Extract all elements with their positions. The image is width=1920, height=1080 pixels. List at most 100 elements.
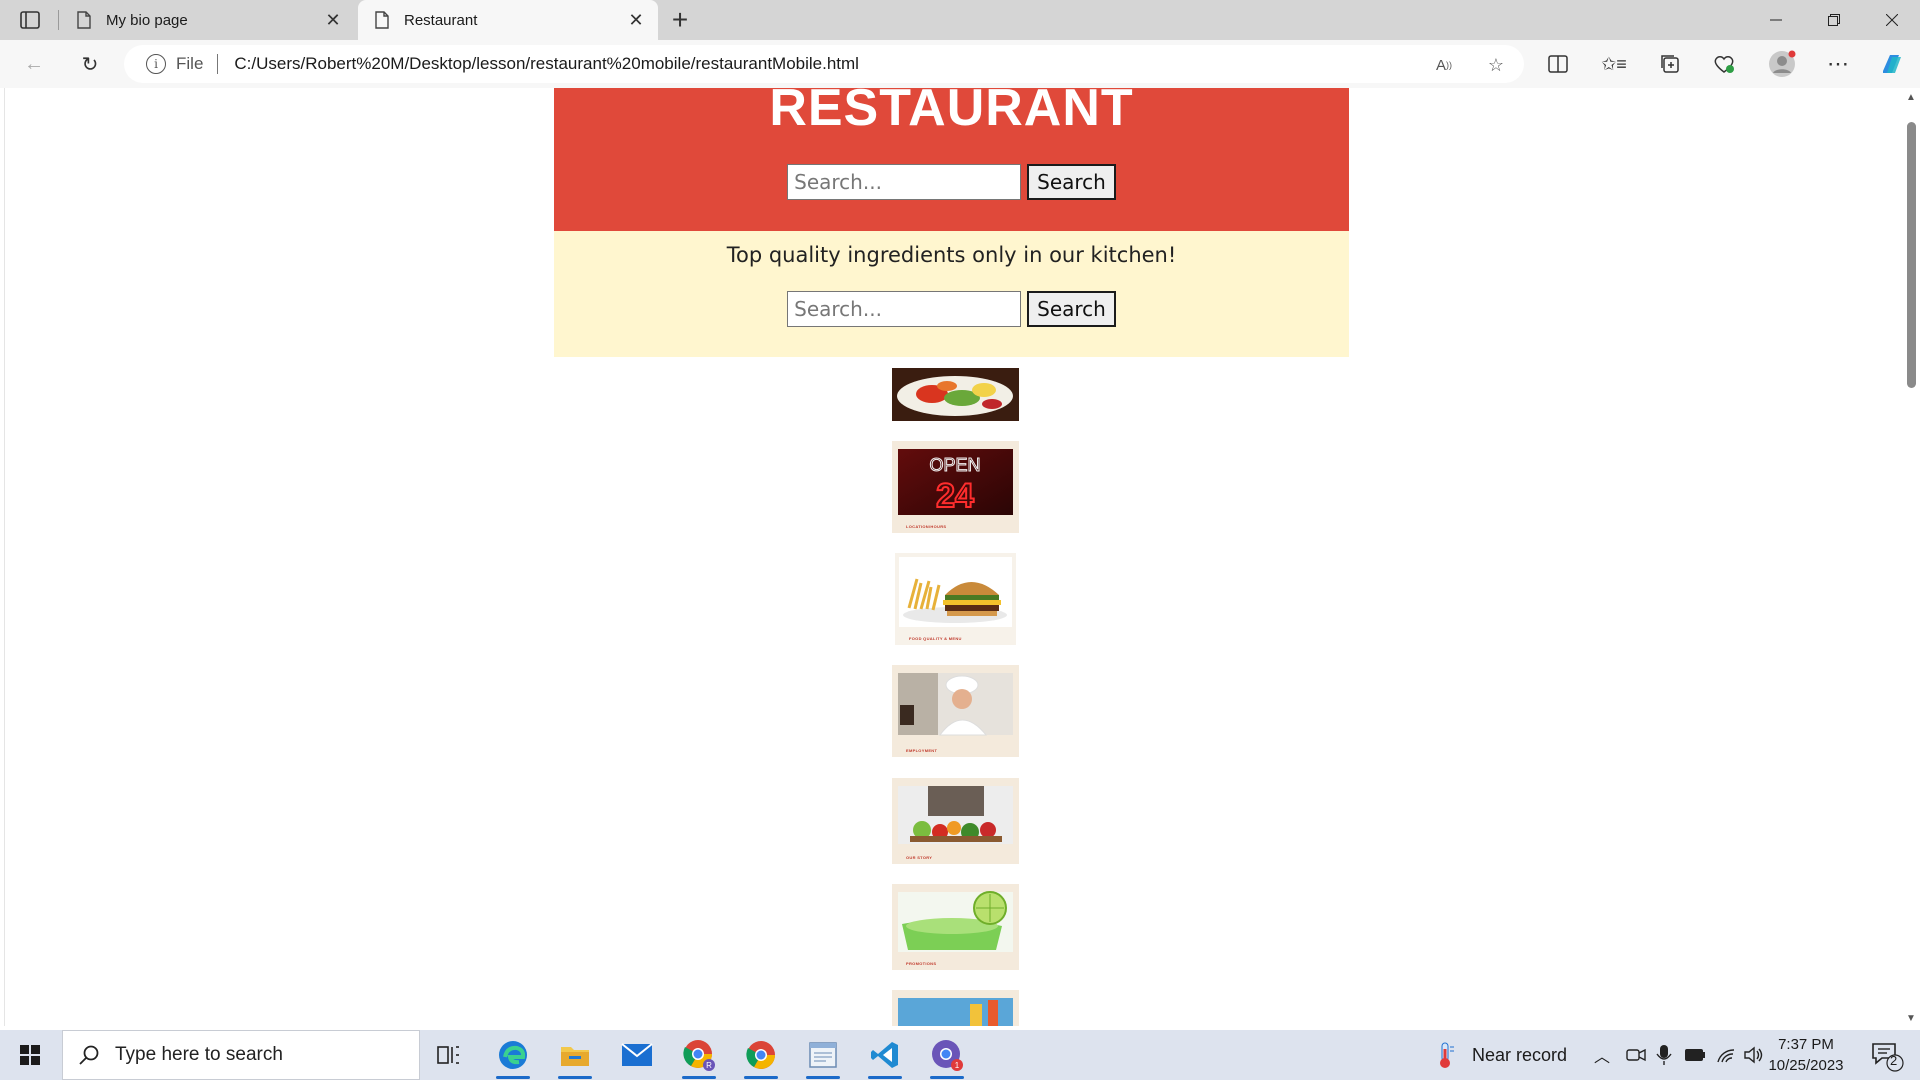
notification-center-button[interactable]: 2 — [1870, 1030, 1904, 1080]
profile-button[interactable] — [1764, 48, 1800, 80]
promo-section: Top quality ingredients only in our kitc… — [554, 231, 1349, 357]
hero-banner: RESTAURANT Search — [554, 88, 1349, 231]
vscode-taskbar-app[interactable] — [860, 1035, 910, 1079]
svg-text:1: 1 — [955, 1061, 960, 1070]
new-tab-button[interactable]: + — [664, 4, 696, 36]
chrome-profile-r-taskbar-app[interactable]: R — [674, 1035, 724, 1079]
tab-title: My bio page — [106, 11, 188, 29]
tab-my-bio-page[interactable]: My bio page ✕ — [60, 0, 355, 40]
copilot-icon — [1883, 55, 1901, 73]
gallery-image-vegetables: OUR STORY — [892, 778, 1019, 864]
hero-search-button[interactable]: Search — [1027, 164, 1116, 200]
minimize-icon — [1770, 19, 1782, 21]
close-icon — [1886, 14, 1898, 26]
page-scrollbar[interactable]: ▲ ▼ — [1902, 88, 1920, 1026]
address-bar[interactable]: i File C:/Users/Robert%20M/Desktop/lesso… — [124, 45, 1524, 83]
chrome-icon: 1 — [932, 1040, 963, 1071]
tab-actions-button[interactable] — [12, 6, 48, 34]
battery-tray-icon[interactable] — [1684, 1030, 1706, 1080]
minimize-button[interactable] — [1748, 0, 1804, 40]
microphone-tray-icon[interactable] — [1656, 1030, 1672, 1080]
heart-pulse-icon — [1714, 56, 1734, 73]
image-viewer-icon — [809, 1042, 837, 1068]
close-icon[interactable]: ✕ — [319, 6, 347, 34]
start-button[interactable] — [10, 1039, 50, 1071]
copilot-button[interactable] — [1874, 48, 1910, 80]
chrome-taskbar-app[interactable] — [736, 1035, 786, 1079]
search-icon — [77, 1043, 101, 1067]
refresh-button[interactable]: ↻ — [72, 48, 108, 80]
weather-widget[interactable]: Near record — [1434, 1030, 1567, 1080]
scroll-down-arrow-icon[interactable]: ▼ — [1906, 1013, 1916, 1024]
photos-taskbar-app[interactable] — [798, 1035, 848, 1079]
info-icon[interactable]: i — [146, 54, 166, 74]
favorites-button[interactable]: ✩≡ — [1596, 48, 1632, 80]
edge-taskbar-app[interactable] — [488, 1035, 538, 1079]
restaurant-page: RESTAURANT Search Top quality ingredient… — [554, 88, 1349, 1026]
url-text[interactable]: C:/Users/Robert%20M/Desktop/lesson/resta… — [234, 54, 859, 74]
restore-button[interactable] — [1806, 0, 1862, 40]
gallery-caption: FOOD QUALITY & MENU — [909, 636, 962, 641]
chrome-alt-taskbar-app[interactable]: 1 — [922, 1035, 972, 1079]
hero-search-form: Search — [554, 164, 1349, 200]
file-explorer-taskbar-app[interactable] — [550, 1035, 600, 1079]
chrome-icon: R — [683, 1040, 715, 1071]
windows-taskbar: Type here to search R 1 Near record ︿ 7:… — [0, 1030, 1920, 1080]
restore-icon — [1828, 14, 1840, 26]
meet-now-tray-icon[interactable] — [1626, 1030, 1646, 1080]
weather-text: Near record — [1472, 1044, 1568, 1065]
browser-toolbar: ← ↻ i File C:/Users/Robert%20M/Desktop/l… — [0, 40, 1920, 88]
tab-title: Restaurant — [404, 11, 478, 29]
network-tray-icon[interactable] — [1716, 1030, 1736, 1080]
battery-icon — [1685, 1049, 1705, 1061]
collections-button[interactable] — [1652, 48, 1688, 80]
tab-restaurant[interactable]: Restaurant ✕ — [358, 0, 658, 40]
hero-search-input[interactable] — [787, 164, 1022, 200]
folder-icon — [561, 1047, 589, 1066]
speaker-icon — [1744, 1046, 1763, 1064]
scheme-label: File — [176, 54, 204, 73]
tab-actions-icon — [20, 11, 40, 29]
split-screen-button[interactable] — [1540, 48, 1576, 80]
more-dots-icon: ⋯ — [1827, 51, 1849, 76]
gallery-image-open-24-neon-sign: OPEN 24 LOCATION/HOURS — [892, 441, 1019, 533]
page-viewport: RESTAURANT Search Top quality ingredient… — [4, 88, 1902, 1026]
scroll-up-arrow-icon[interactable]: ▲ — [1906, 92, 1916, 103]
task-view-button[interactable] — [424, 1035, 474, 1075]
favorite-star-icon[interactable]: ☆ — [1484, 53, 1508, 77]
back-button[interactable]: ← — [16, 48, 52, 80]
mail-taskbar-app[interactable] — [612, 1035, 662, 1075]
chrome-icon — [746, 1041, 775, 1069]
volume-tray-icon[interactable] — [1744, 1030, 1764, 1080]
svg-text:OPEN: OPEN — [929, 455, 980, 475]
edge-browser-icon — [499, 1041, 527, 1069]
gallery-caption: LOCATION/HOURS — [906, 524, 947, 529]
split-screen-icon — [1548, 55, 1568, 73]
gallery-image-chef: EMPLOYMENT — [892, 665, 1019, 757]
settings-more-button[interactable]: ⋯ — [1820, 48, 1856, 80]
promo-search-form: Search — [554, 291, 1349, 327]
read-aloud-icon[interactable]: A)) — [1432, 53, 1456, 77]
address-divider — [217, 54, 219, 74]
show-hidden-icons-button[interactable]: ︿ — [1594, 1030, 1610, 1080]
arrow-left-icon: ← — [24, 52, 44, 75]
browser-essentials-button[interactable] — [1706, 48, 1742, 80]
mail-icon — [621, 1043, 653, 1066]
refresh-icon: ↻ — [81, 53, 99, 76]
chevron-up-icon: ︿ — [1594, 1049, 1611, 1066]
close-icon[interactable]: ✕ — [622, 6, 650, 34]
scrollbar-thumb[interactable] — [1907, 122, 1916, 388]
taskbar-clock[interactable]: 7:37 PM 10/25/2023 — [1766, 1034, 1846, 1076]
close-window-button[interactable] — [1864, 0, 1920, 40]
browser-tab-strip: My bio page ✕ Restaurant ✕ + — [0, 0, 1920, 40]
clock-time: 7:37 PM — [1778, 1036, 1834, 1053]
collections-icon — [1661, 55, 1679, 73]
promo-search-button[interactable]: Search — [1027, 291, 1116, 327]
tagline: Top quality ingredients only in our kitc… — [726, 243, 1177, 267]
vscode-icon — [871, 1042, 898, 1068]
taskbar-search-box[interactable]: Type here to search — [62, 1030, 420, 1080]
page-icon — [77, 11, 91, 29]
svg-text:R: R — [706, 1061, 712, 1070]
promo-search-input[interactable] — [787, 291, 1022, 327]
microphone-icon — [1656, 1045, 1672, 1065]
